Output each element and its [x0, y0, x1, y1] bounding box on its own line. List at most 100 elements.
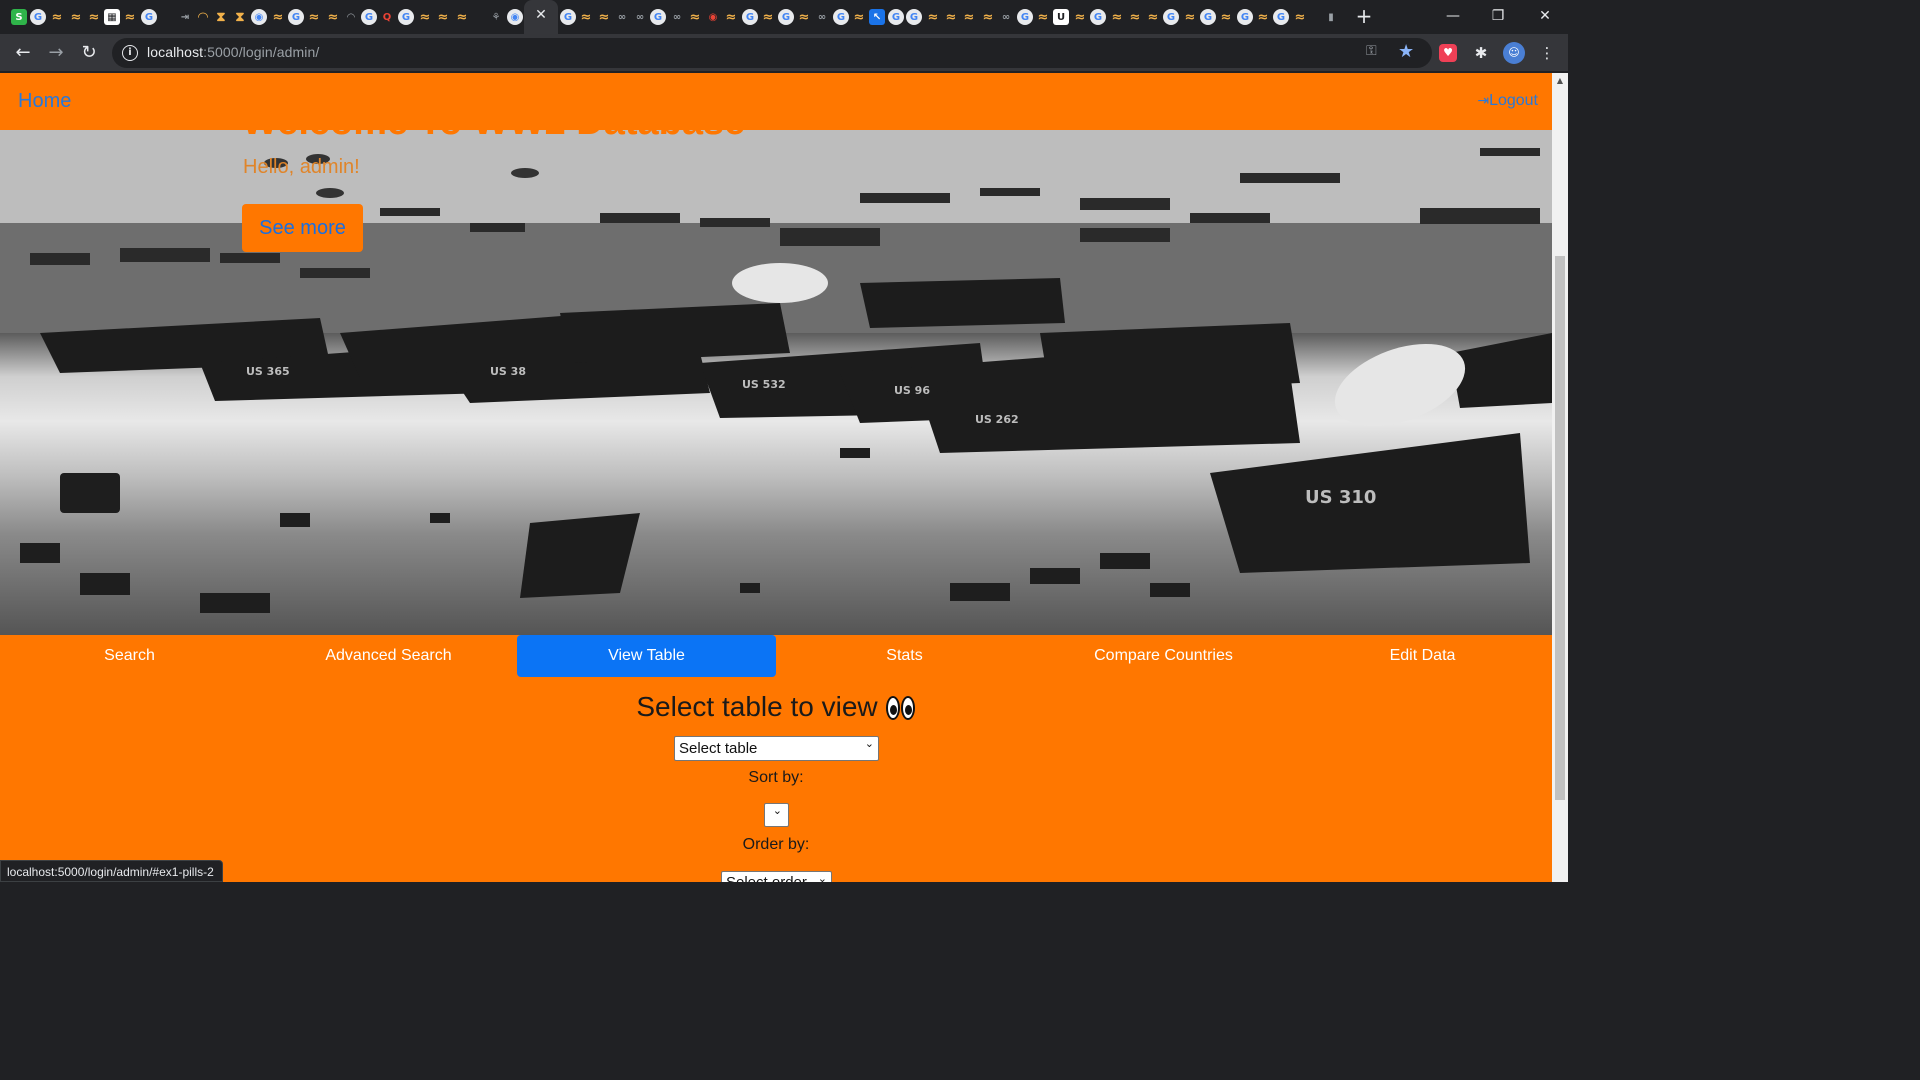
record-tab-icon[interactable]: ◉ — [705, 9, 721, 25]
wave-tab-icon[interactable]: ≈ — [796, 9, 812, 25]
wave-tab-icon[interactable]: ≈ — [435, 9, 451, 25]
wave-tab-icon[interactable]: ≈ — [851, 9, 867, 25]
wave-tab-icon[interactable]: ≈ — [122, 9, 138, 25]
key-icon[interactable]: ⚿ — [1366, 43, 1377, 59]
arrow-tab-icon[interactable]: ⇥ — [177, 9, 193, 25]
wave-tab-icon[interactable]: ≈ — [961, 9, 977, 25]
forward-icon[interactable]: → — [43, 40, 69, 66]
arc-tab-icon[interactable]: ◠ — [195, 9, 211, 25]
google-tab-icon[interactable]: G — [30, 9, 46, 25]
google-tab-icon[interactable]: G — [833, 9, 849, 25]
wave-tab-icon[interactable]: ≈ — [1255, 9, 1271, 25]
hourglass-tab-icon[interactable]: ⧗ — [213, 9, 229, 25]
google-tab-icon[interactable]: G — [398, 9, 414, 25]
wave-tab-icon[interactable]: ≈ — [723, 9, 739, 25]
tab-advanced-search[interactable]: Advanced Search — [259, 635, 518, 677]
wave-tab-icon[interactable]: ≈ — [86, 9, 102, 25]
wave-tab-icon[interactable]: ≈ — [1109, 9, 1125, 25]
page-scrollbar[interactable]: ▲ — [1552, 73, 1568, 882]
sort-by-select[interactable]: ⌄ — [764, 803, 789, 827]
profile-avatar-icon[interactable]: ☺ — [1503, 42, 1525, 64]
google-tab-icon[interactable]: G — [288, 9, 304, 25]
arc-tab-icon[interactable]: ◠ — [343, 9, 359, 25]
wave-tab-icon[interactable]: ≈ — [1292, 9, 1308, 25]
google-tab-icon[interactable]: G — [742, 9, 758, 25]
site-info-icon[interactable]: i — [122, 45, 138, 61]
google-tab-icon[interactable]: G — [1090, 9, 1106, 25]
close-window-button[interactable]: ✕ — [1522, 0, 1568, 32]
wave-tab-icon[interactable]: ≈ — [68, 9, 84, 25]
restore-button[interactable]: ❐ — [1475, 0, 1521, 32]
infinity-tab-icon[interactable]: ∞ — [814, 9, 830, 25]
bookmark-star-icon[interactable]: ★ — [1398, 41, 1414, 62]
wave-tab-icon[interactable]: ≈ — [578, 9, 594, 25]
google-tab-icon[interactable]: G — [1237, 9, 1253, 25]
tab-view-table[interactable]: View Table — [517, 635, 776, 677]
wave-tab-icon[interactable]: ≈ — [1072, 9, 1088, 25]
wave-tab-icon[interactable]: ≈ — [1035, 9, 1051, 25]
google-tab-icon[interactable]: G — [650, 9, 666, 25]
reload-icon[interactable]: ↻ — [76, 40, 102, 66]
wave-tab-icon[interactable]: ≈ — [760, 9, 776, 25]
tab-search[interactable]: Search — [0, 635, 259, 677]
leaf-tab-icon[interactable]: ⚘ — [488, 9, 504, 25]
nav-home-link[interactable]: Home — [18, 90, 71, 113]
wave-tab-icon[interactable]: ≈ — [687, 9, 703, 25]
scrollbar-thumb[interactable] — [1555, 256, 1565, 800]
address-bar[interactable]: i localhost:5000/login/admin/ ⚿ ★ — [112, 38, 1432, 68]
wave-tab-icon[interactable]: ≈ — [1182, 9, 1198, 25]
q-tab-icon[interactable]: Q — [379, 9, 395, 25]
globe-tab-icon[interactable]: ◉ — [507, 9, 523, 25]
wave-tab-icon[interactable]: ≈ — [980, 9, 996, 25]
globe-tab-icon[interactable]: ◉ — [251, 9, 267, 25]
menu-kebab-icon[interactable]: ⋮ — [1536, 42, 1558, 64]
sheets-tab-icon[interactable]: S — [11, 9, 27, 25]
google-tab-icon[interactable]: G — [778, 9, 794, 25]
wave-tab-icon[interactable]: ≈ — [325, 9, 341, 25]
grid-tab-icon[interactable]: ▦ — [104, 9, 120, 25]
wave-tab-icon[interactable]: ≈ — [1127, 9, 1143, 25]
tab-stats[interactable]: Stats — [775, 635, 1034, 677]
nav-logout-link[interactable]: ⇥Logout — [1477, 92, 1538, 110]
google-tab-icon[interactable]: G — [1273, 9, 1289, 25]
new-tab-button[interactable]: + — [1352, 4, 1376, 28]
infinity-tab-icon[interactable]: ∞ — [614, 9, 630, 25]
wave-tab-icon[interactable]: ≈ — [306, 9, 322, 25]
wave-tab-icon[interactable]: ≈ — [943, 9, 959, 25]
wave-tab-icon[interactable]: ≈ — [925, 9, 941, 25]
minimize-button[interactable]: — — [1430, 0, 1476, 32]
pocket-extension-icon[interactable]: ♥ — [1439, 44, 1457, 62]
bars-tab-icon[interactable]: ▮ — [1323, 9, 1339, 25]
url-text[interactable]: localhost:5000/login/admin/ — [147, 44, 319, 60]
scroll-up-arrow-icon[interactable]: ▲ — [1552, 73, 1568, 89]
google-tab-icon[interactable]: G — [560, 9, 576, 25]
wave-tab-icon[interactable]: ≈ — [596, 9, 612, 25]
wave-tab-icon[interactable]: ≈ — [49, 9, 65, 25]
google-tab-icon[interactable]: G — [141, 9, 157, 25]
see-more-button[interactable]: See more — [242, 204, 363, 252]
wave-tab-icon[interactable]: ≈ — [1145, 9, 1161, 25]
google-tab-icon[interactable]: G — [1200, 9, 1216, 25]
google-tab-icon[interactable]: G — [1017, 9, 1033, 25]
google-tab-icon[interactable]: G — [906, 9, 922, 25]
tab-compare-countries[interactable]: Compare Countries — [1034, 635, 1293, 677]
back-icon[interactable]: ← — [10, 40, 36, 66]
wave-tab-icon[interactable]: ≈ — [1218, 9, 1234, 25]
tab-edit-data[interactable]: Edit Data — [1293, 635, 1552, 677]
hourglass-tab-icon[interactable]: ⧗ — [232, 9, 248, 25]
cursor-tab-icon[interactable]: ↖ — [869, 9, 885, 25]
wave-tab-icon[interactable]: ≈ — [417, 9, 433, 25]
tab-close-icon[interactable]: ✕ — [533, 7, 549, 25]
u-tab-icon[interactable]: U — [1053, 9, 1069, 25]
infinity-tab-icon[interactable]: ∞ — [669, 9, 685, 25]
extensions-puzzle-icon[interactable]: ✱ — [1470, 42, 1492, 64]
infinity-tab-icon[interactable]: ∞ — [632, 9, 648, 25]
infinity-tab-icon[interactable]: ∞ — [998, 9, 1014, 25]
google-tab-icon[interactable]: G — [888, 9, 904, 25]
order-by-select[interactable]: Select order ⌄ — [721, 871, 832, 882]
table-select[interactable]: Select table ⌄ — [674, 736, 879, 761]
wave-tab-icon[interactable]: ≈ — [454, 9, 470, 25]
google-tab-icon[interactable]: G — [1163, 9, 1179, 25]
google-tab-icon[interactable]: G — [361, 9, 377, 25]
wave-tab-icon[interactable]: ≈ — [270, 9, 286, 25]
